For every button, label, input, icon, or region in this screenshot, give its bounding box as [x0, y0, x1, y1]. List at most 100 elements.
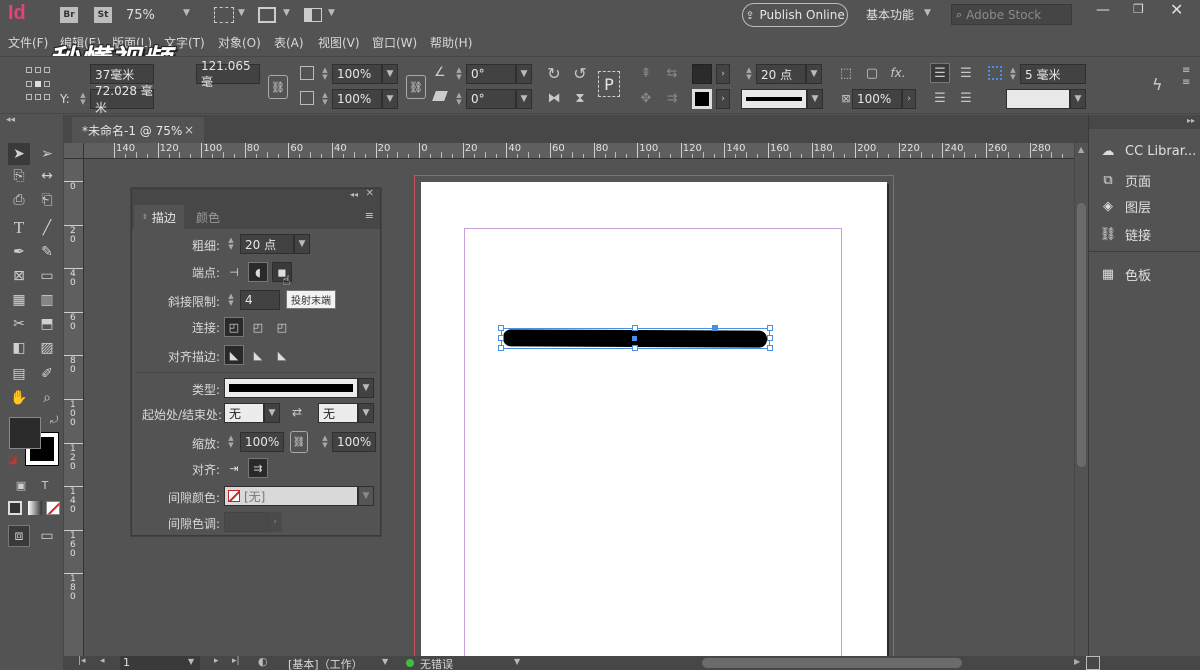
miter-join-button[interactable]: ◰: [224, 317, 244, 337]
end-arrow-field[interactable]: 无: [318, 403, 358, 423]
next-page-icon[interactable]: ▸: [214, 656, 219, 666]
scrollbar-thumb[interactable]: [1077, 203, 1086, 467]
flip-horizontal-icon[interactable]: ⧓: [544, 88, 564, 108]
align-center-stroke-button[interactable]: ◣: [224, 345, 244, 365]
end-arrow-dropdown[interactable]: ▼: [358, 403, 374, 423]
stroke-type-select[interactable]: [741, 89, 807, 109]
content-grabber[interactable]: [712, 325, 718, 331]
close-icon[interactable]: ×: [184, 123, 194, 137]
rotate-angle-dropdown[interactable]: ▼: [516, 64, 532, 84]
opacity-arrow-icon[interactable]: ›: [902, 89, 916, 109]
vertical-ruler[interactable]: 0 2 0 4 0 6 0 8 0 1 0 0 1 2 0 1 4 0 1 6 0 1 8 0: [64, 159, 84, 656]
fill-arrow-icon[interactable]: ›: [716, 64, 730, 84]
content-collector-icon[interactable]: ⎙: [8, 189, 30, 211]
collapse-panel-icon[interactable]: ◂◂: [350, 190, 358, 199]
flip-vertical-icon[interactable]: ⧗: [570, 88, 590, 108]
gradient-swatch-tool-icon[interactable]: ◧: [8, 337, 30, 359]
width-field[interactable]: 121.065 毫: [196, 59, 260, 89]
minimize-button[interactable]: —: [1096, 2, 1110, 18]
vertical-scrollbar[interactable]: ▲: [1074, 143, 1088, 656]
opacity-field[interactable]: 100%: [852, 89, 902, 109]
gap-spinner[interactable]: ▲ ▼: [1006, 64, 1020, 84]
zoom-level[interactable]: 75%: [126, 8, 155, 23]
align-top-icon[interactable]: ☰: [930, 63, 950, 83]
swap-arrows-icon[interactable]: ⇄: [292, 405, 302, 419]
align-bottom-icon[interactable]: ☰: [956, 88, 976, 108]
frame-fitting-icon[interactable]: ⬚: [836, 63, 856, 83]
y-spinner[interactable]: ▲ ▼: [76, 89, 90, 109]
scale-start-field[interactable]: 100%: [240, 432, 284, 452]
select-content-icon[interactable]: ✥: [636, 88, 656, 108]
menu-table[interactable]: 表(A): [274, 34, 304, 51]
panel-layers[interactable]: ◈ 图层: [1099, 197, 1151, 216]
page-tool-icon[interactable]: ⎘: [8, 165, 30, 187]
preflight-status[interactable]: 无错误: [420, 656, 453, 670]
page-canvas[interactable]: [421, 182, 887, 668]
tab-color[interactable]: 颜色: [196, 209, 220, 226]
scroll-right-icon[interactable]: ▶: [1074, 657, 1080, 666]
chevron-down-icon[interactable]: ▼: [188, 657, 194, 666]
object-style-select[interactable]: [1006, 89, 1070, 109]
close-button[interactable]: ✕: [1170, 0, 1183, 19]
type-tool-icon[interactable]: T: [8, 217, 30, 239]
view-options-icon[interactable]: [214, 7, 234, 23]
object-style-dropdown[interactable]: ▼: [1070, 89, 1086, 109]
toolbox-collapse-icon[interactable]: ◂◂: [6, 115, 15, 125]
weight-field[interactable]: 20 点: [240, 234, 294, 254]
scroll-up-icon[interactable]: ▲: [1078, 145, 1084, 154]
butt-cap-button[interactable]: ⊣: [224, 262, 244, 282]
gap-tool-icon[interactable]: ↔: [36, 165, 58, 187]
panel-menu-icon[interactable]: ≡: [365, 209, 374, 222]
shear-angle-dropdown[interactable]: ▼: [516, 89, 532, 109]
horizontal-scroll-thumb[interactable]: [702, 658, 962, 668]
content-placer-icon[interactable]: ⎗: [36, 189, 58, 211]
document-tab[interactable]: *未命名-1 @ 75% ×: [72, 117, 204, 143]
gap-tint-arrow-icon[interactable]: ›: [268, 512, 282, 532]
prev-page-icon[interactable]: ◂: [100, 656, 105, 666]
scale-y-spinner[interactable]: ▲ ▼: [318, 89, 332, 109]
arrange-documents-icon[interactable]: [304, 8, 322, 22]
constrain-link-icon[interactable]: ⛓: [268, 75, 288, 99]
gradient-feather-tool-icon[interactable]: ▨: [36, 337, 58, 359]
preflight-profile[interactable]: [基本]（工作）: [288, 656, 363, 670]
expand-dock-icon[interactable]: ▸▸: [1187, 116, 1195, 125]
handle-center-point[interactable]: [632, 336, 637, 341]
zoom-tool-icon[interactable]: ⌕: [36, 387, 58, 409]
menu-view[interactable]: 视图(V): [318, 34, 360, 51]
select-previous-icon[interactable]: ⇆: [662, 63, 682, 83]
fill-color-box[interactable]: [9, 417, 41, 449]
menu-object[interactable]: 对象(O): [218, 34, 261, 51]
scale-end-field[interactable]: 100%: [332, 432, 376, 452]
stroke-type-dropdown[interactable]: ▼: [807, 89, 823, 109]
panel-cc-libraries[interactable]: ☁ CC Librar...: [1099, 143, 1197, 159]
scissors-tool-icon[interactable]: ✂: [8, 313, 30, 335]
paragraph-p-icon[interactable]: P: [598, 71, 620, 97]
first-page-icon[interactable]: |◂: [78, 656, 86, 666]
select-container-icon[interactable]: ⇞: [636, 63, 656, 83]
shear-spinner[interactable]: ▲ ▼: [452, 89, 466, 109]
align-outside-stroke-button[interactable]: ◣: [272, 345, 292, 365]
split-window-icon[interactable]: [1086, 656, 1100, 670]
dock-header[interactable]: ▸▸: [1089, 115, 1200, 129]
round-cap-button[interactable]: ◖: [248, 262, 268, 282]
pencil-tool-icon[interactable]: ✎: [36, 241, 58, 263]
shear-angle-field[interactable]: 0°: [466, 89, 516, 109]
stroke-panel-titlebar[interactable]: ◂◂ ✕: [132, 188, 380, 203]
tab-stroke[interactable]: ⇕ 描边: [134, 205, 184, 229]
scale-x-field[interactable]: 100%: [332, 64, 382, 84]
publish-online-button[interactable]: ⇪ Publish Online: [742, 3, 848, 27]
table-tool-icon[interactable]: ▦: [8, 289, 30, 311]
y-field[interactable]: 72.028 毫米: [90, 84, 154, 115]
reference-point-icon[interactable]: [26, 67, 50, 105]
panel-pages[interactable]: ⧉ 页面: [1099, 171, 1151, 190]
direct-selection-tool-icon[interactable]: ➢: [36, 143, 58, 165]
free-transform-tool-icon[interactable]: ⬒: [36, 313, 58, 335]
drop-shadow-icon[interactable]: ▢: [862, 63, 882, 83]
apply-none-icon[interactable]: [46, 501, 60, 515]
handle-mid-right[interactable]: [767, 335, 773, 341]
stock-badge[interactable]: St: [94, 7, 112, 23]
weight-spinner[interactable]: ▲ ▼: [224, 234, 238, 254]
align-inside-stroke-button[interactable]: ◣: [248, 345, 268, 365]
close-panel-icon[interactable]: ✕: [366, 188, 374, 199]
screen-mode-normal-icon[interactable]: ⧈: [8, 525, 30, 547]
